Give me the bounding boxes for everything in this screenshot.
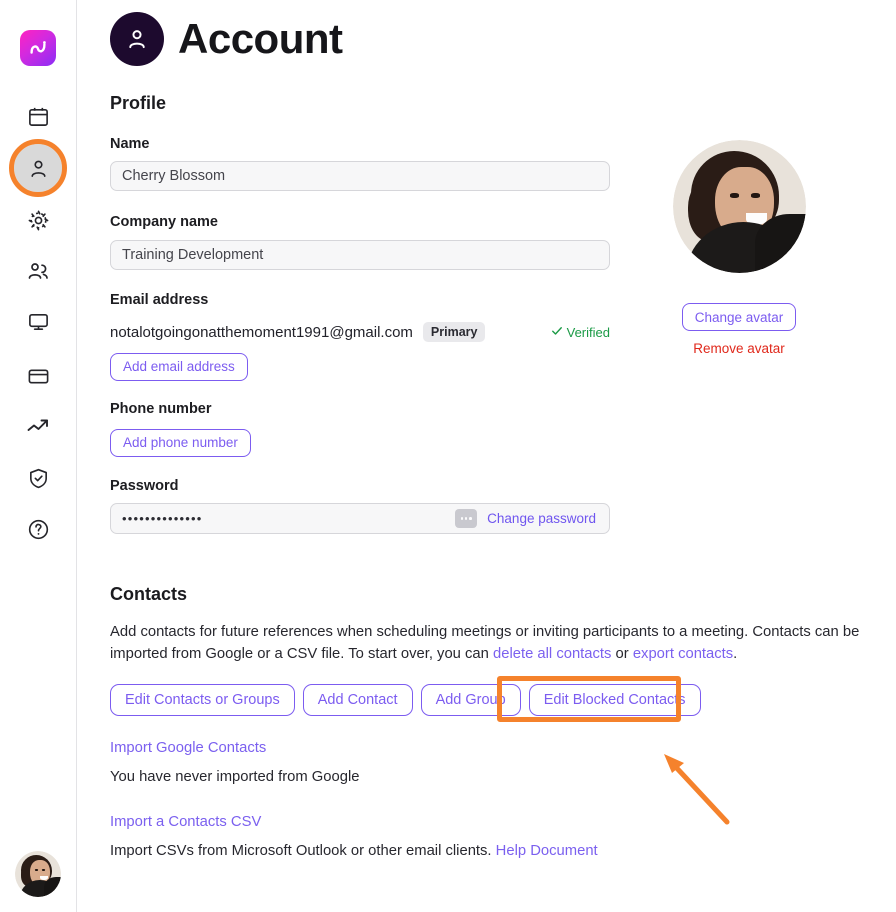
sidebar-item-calendar[interactable]	[14, 92, 62, 140]
help-circle-icon	[27, 518, 50, 541]
monitor-icon	[27, 310, 50, 333]
sidebar-item-help[interactable]	[14, 505, 62, 553]
person-icon	[27, 157, 50, 180]
company-name-input[interactable]	[110, 240, 610, 270]
primary-badge: Primary	[422, 322, 486, 342]
contacts-description: Add contacts for future references when …	[110, 621, 863, 665]
sidebar-item-account[interactable]	[14, 144, 62, 192]
verified-label: Verified	[566, 324, 610, 340]
avatar-image	[672, 140, 806, 273]
add-phone-number-button[interactable]: Add phone number	[110, 429, 251, 457]
account-person-icon	[110, 12, 164, 66]
import-csv-note: Import CSVs from Microsoft Outlook or ot…	[110, 843, 598, 859]
page-title: Account	[178, 15, 343, 62]
contacts-section-heading: Contacts	[110, 584, 188, 604]
sidebar-item-team[interactable]	[14, 247, 62, 295]
sidebar-item-security[interactable]	[14, 454, 62, 502]
name-label: Name	[110, 136, 150, 152]
password-masked-value: ••••••••••••••	[122, 511, 203, 526]
page-header: Account	[110, 12, 343, 66]
contacts-buttons-row: Edit Contacts or Groups Add Contact Add …	[110, 684, 701, 716]
email-address-label: Email address	[110, 292, 209, 308]
contacts-description-text: Add contacts for future references when …	[110, 624, 860, 662]
edit-contacts-or-groups-button[interactable]: Edit Contacts or Groups	[110, 684, 295, 716]
gear-icon	[27, 209, 50, 232]
import-google-status-note: You have never imported from Google	[110, 769, 360, 785]
change-avatar-button[interactable]: Change avatar	[681, 303, 797, 331]
email-row: notalotgoingonatthemoment1991@gmail.com …	[110, 322, 610, 342]
sidebar-item-analytics[interactable]	[14, 403, 62, 451]
password-field[interactable]: •••••••••••••• Change password	[110, 503, 610, 534]
contacts-description-period: .	[733, 646, 738, 662]
check-icon	[551, 325, 563, 340]
add-group-button[interactable]: Add Group	[420, 684, 521, 716]
sidebar-item-settings[interactable]	[14, 196, 62, 244]
sidebar-user-avatar[interactable]	[15, 851, 61, 897]
contacts-description-or: or	[611, 646, 633, 662]
app-logo[interactable]	[20, 30, 56, 66]
trending-up-icon	[26, 415, 50, 439]
people-icon	[26, 259, 50, 283]
add-contact-button[interactable]: Add Contact	[302, 684, 413, 716]
add-email-address-button[interactable]: Add email address	[110, 353, 248, 381]
shield-check-icon	[27, 467, 50, 490]
email-address-value: notalotgoingonatthemoment1991@gmail.com	[110, 323, 413, 341]
change-password-link[interactable]: Change password	[487, 511, 596, 526]
sidebar-item-billing[interactable]	[14, 352, 62, 400]
phone-number-label: Phone number	[110, 401, 212, 417]
password-label: Password	[110, 478, 179, 494]
avatar-image	[15, 851, 61, 897]
verified-status: Verified	[551, 325, 610, 340]
company-name-label: Company name	[110, 214, 218, 230]
export-contacts-link[interactable]: export contacts	[633, 646, 733, 662]
avatar-panel: Change avatar Remove avatar	[639, 140, 839, 356]
edit-blocked-contacts-button[interactable]: Edit Blocked Contacts	[528, 684, 701, 716]
credit-card-icon	[27, 365, 50, 388]
main-content: Account Profile Name Company name Email …	[77, 0, 896, 912]
annotation-arrow-icon	[664, 754, 730, 825]
import-google-contacts-link[interactable]: Import Google Contacts	[110, 740, 266, 756]
import-csv-note-text: Import CSVs from Microsoft Outlook or ot…	[110, 843, 496, 859]
sidebar-item-display[interactable]	[14, 297, 62, 345]
password-options-icon[interactable]	[455, 509, 478, 528]
help-document-link[interactable]: Help Document	[496, 843, 598, 859]
remove-avatar-link[interactable]: Remove avatar	[693, 341, 785, 356]
delete-all-contacts-link[interactable]: delete all contacts	[493, 646, 611, 662]
profile-section-heading: Profile	[110, 93, 167, 113]
avatar[interactable]	[672, 140, 806, 273]
sidebar	[0, 0, 77, 912]
import-contacts-csv-link[interactable]: Import a Contacts CSV	[110, 814, 261, 830]
name-input[interactable]	[110, 161, 610, 191]
calendar-icon	[27, 105, 50, 128]
